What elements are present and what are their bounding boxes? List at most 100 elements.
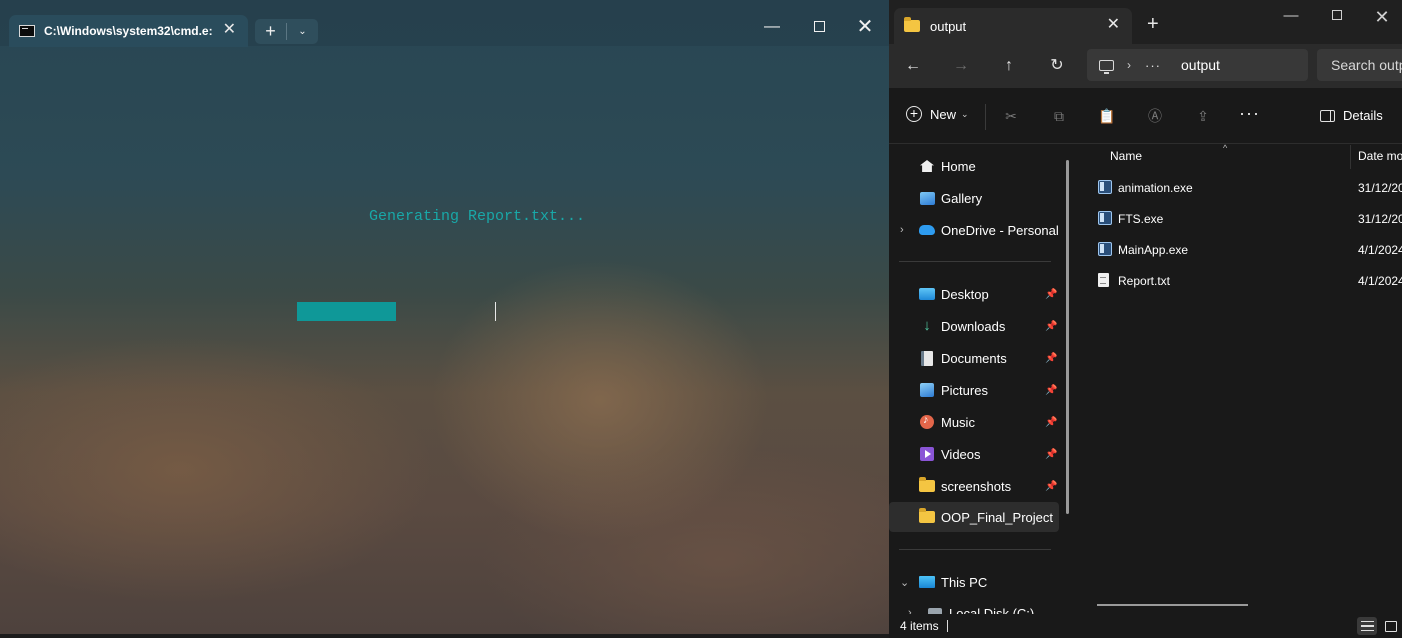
new-tab-group: + ⌄: [255, 19, 318, 44]
exe-icon: [1098, 211, 1112, 225]
sidebar-item-downloads[interactable]: ↓ Downloads 📌: [889, 311, 1059, 341]
file-row[interactable]: animation.exe 31/12/20: [1077, 173, 1402, 203]
sidebar-item-screenshots[interactable]: screenshots 📌: [889, 471, 1059, 501]
copy-icon[interactable]: ⧉: [1049, 106, 1069, 126]
tab-close-icon[interactable]: ✕: [1107, 16, 1120, 34]
new-button-label: New: [930, 106, 957, 122]
sidebar-item-label: Downloads: [941, 318, 1006, 334]
sidebar-item-onedrive[interactable]: › OneDrive - Personal: [889, 215, 1059, 245]
sidebar-item-oop-final-project[interactable]: OOP_Final_Project: [889, 502, 1059, 532]
sidebar-item-videos[interactable]: Videos 📌: [889, 439, 1059, 469]
gallery-icon: [919, 190, 935, 206]
sidebar-item-documents[interactable]: Documents 📌: [889, 343, 1059, 373]
sort-ascending-icon: ^: [1223, 143, 1228, 153]
maximize-icon: [1332, 10, 1342, 20]
share-icon[interactable]: ⇪: [1193, 106, 1213, 126]
file-row[interactable]: MainApp.exe 4/1/2024: [1077, 235, 1402, 265]
details-label: Details: [1343, 108, 1383, 123]
chevron-down-icon: ⌄: [961, 108, 969, 119]
file-name: animation.exe: [1118, 181, 1193, 195]
horizontal-scrollbar[interactable]: [1097, 604, 1248, 606]
pin-icon: 📌: [1045, 320, 1058, 332]
divider: [899, 549, 1051, 550]
forward-button[interactable]: →: [949, 54, 973, 78]
list-view-icon: [1360, 621, 1374, 631]
computer-icon: [1099, 59, 1114, 74]
rename-icon[interactable]: Ⓐ: [1145, 106, 1165, 126]
close-button[interactable]: ✕: [853, 16, 877, 38]
back-button[interactable]: ←: [901, 54, 925, 78]
sidebar-item-label: Music: [941, 414, 975, 430]
sidebar-item-pictures[interactable]: Pictures 📌: [889, 375, 1059, 405]
close-button[interactable]: ✕: [1372, 7, 1392, 28]
tiles-view-button[interactable]: [1381, 617, 1401, 635]
sidebar-item-this-pc[interactable]: ⌄ This PC: [889, 567, 1059, 597]
sidebar-item-desktop[interactable]: Desktop 📌: [889, 279, 1059, 309]
sidebar-item-label: screenshots: [941, 478, 1012, 494]
new-button[interactable]: + New ⌄: [906, 106, 969, 122]
sidebar-item-music[interactable]: Music 📌: [889, 407, 1059, 437]
terminal-tab[interactable]: C:\Windows\system32\cmd.e: ✕: [9, 15, 248, 47]
videos-icon: [919, 446, 935, 462]
sidebar-item-gallery[interactable]: Gallery: [889, 183, 1059, 213]
new-tab-dropdown-button[interactable]: ⌄: [287, 26, 318, 37]
minimize-button[interactable]: —: [760, 16, 784, 38]
this-pc-icon: [919, 574, 935, 590]
column-header-date[interactable]: Date mo: [1358, 149, 1402, 163]
exe-icon: [1098, 180, 1112, 194]
music-icon: [919, 414, 935, 430]
refresh-button[interactable]: ↻: [1045, 54, 1069, 78]
pin-icon: 📌: [1045, 416, 1058, 428]
sidebar-scrollbar[interactable]: [1066, 160, 1069, 514]
sidebar-item-home[interactable]: Home: [889, 151, 1059, 181]
terminal-tab-title: C:\Windows\system32\cmd.e:: [44, 24, 212, 38]
item-count: 4 items: [900, 619, 939, 633]
sidebar-item-label: Documents: [941, 350, 1007, 366]
sidebar-item-label: Pictures: [941, 382, 988, 398]
file-date: 4/1/2024: [1358, 274, 1402, 288]
new-tab-button[interactable]: +: [1147, 13, 1159, 36]
sidebar-item-label: Desktop: [941, 286, 989, 302]
folder-icon: [919, 477, 935, 494]
file-date: 4/1/2024: [1358, 243, 1402, 257]
desktop-icon: [919, 286, 935, 302]
chevron-down-icon[interactable]: ⌄: [900, 576, 909, 589]
pin-icon: 📌: [1045, 480, 1058, 492]
minimize-button[interactable]: —: [1281, 7, 1301, 24]
explorer-tab[interactable]: output ✕: [894, 8, 1132, 44]
sidebar-item-label: Videos: [941, 446, 981, 462]
file-date: 31/12/20: [1358, 212, 1402, 226]
terminal-window: C:\Windows\system32\cmd.e: ✕ + ⌄ — ✕ Gen…: [0, 0, 889, 634]
maximize-button[interactable]: [807, 16, 831, 38]
explorer-titlebar[interactable]: output ✕ + — ✕: [889, 0, 1402, 44]
search-input[interactable]: Search outp: [1317, 49, 1402, 81]
breadcrumb-overflow-button[interactable]: ···: [1145, 58, 1161, 73]
breadcrumb-current[interactable]: output: [1181, 57, 1220, 73]
command-bar: + New ⌄ ✂ ⧉ 📋 Ⓐ ⇪ ··· Details: [889, 88, 1402, 144]
file-row[interactable]: Report.txt 4/1/2024: [1077, 266, 1402, 296]
cmd-icon: [19, 25, 35, 37]
address-bar[interactable]: › ··· output: [1087, 49, 1308, 81]
sidebar-item-label: This PC: [941, 574, 988, 590]
up-button[interactable]: ↑: [997, 54, 1021, 78]
tab-close-icon[interactable]: ✕: [223, 21, 236, 39]
chevron-right-icon[interactable]: ›: [900, 224, 904, 236]
divider: [947, 620, 948, 632]
chevron-right-icon[interactable]: ›: [1127, 58, 1131, 72]
column-divider[interactable]: [1350, 145, 1351, 169]
details-view-button[interactable]: [1357, 617, 1377, 635]
more-options-button[interactable]: ···: [1239, 103, 1260, 124]
sidebar-item-label: Gallery: [941, 190, 983, 206]
navigation-pane: Home Gallery › OneDrive - Personal Deskt…: [889, 145, 1069, 621]
new-tab-button[interactable]: +: [255, 19, 286, 44]
details-button[interactable]: Details: [1320, 108, 1383, 123]
divider: [985, 104, 986, 130]
column-header-name[interactable]: Name: [1110, 149, 1142, 163]
maximize-button[interactable]: [1327, 7, 1347, 24]
pin-icon: 📌: [1045, 384, 1058, 396]
file-row[interactable]: FTS.exe 31/12/20: [1077, 204, 1402, 234]
pin-icon: 📌: [1045, 448, 1058, 460]
scissors-icon[interactable]: ✂: [1001, 106, 1021, 126]
text-file-icon: [1098, 273, 1109, 287]
paste-icon[interactable]: 📋: [1097, 106, 1117, 126]
